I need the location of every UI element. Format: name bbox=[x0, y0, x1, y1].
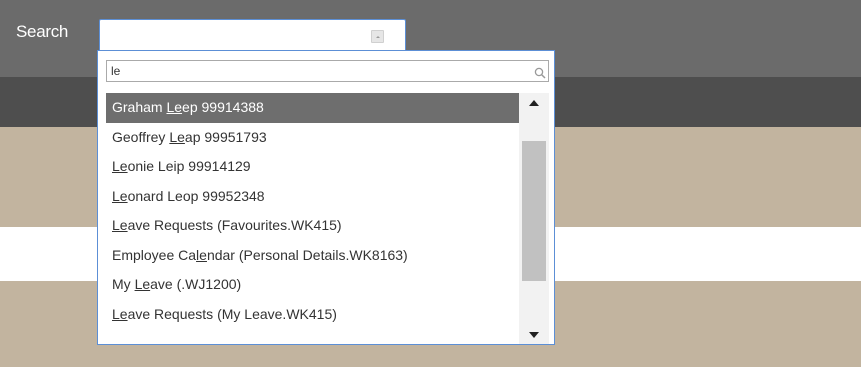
result-text: ndar (Personal Details.WK8163) bbox=[206, 246, 408, 263]
search-dropdown: Graham Leep 99914388Geoffrey Leap 999517… bbox=[97, 50, 555, 345]
match-highlight: Le bbox=[112, 158, 128, 174]
result-text: ave Requests (My Leave.WK415) bbox=[127, 305, 337, 322]
scroll-thumb[interactable] bbox=[522, 141, 546, 281]
search-input[interactable] bbox=[106, 60, 549, 82]
result-text: My bbox=[112, 276, 135, 292]
match-highlight: Le bbox=[112, 187, 128, 204]
caret-down-icon[interactable] bbox=[519, 326, 549, 344]
match-highlight: Le bbox=[112, 217, 128, 233]
result-text: onard Leop 99952348 bbox=[127, 187, 265, 204]
result-text: onie Leip 99914129 bbox=[127, 158, 251, 174]
results-scrollbar[interactable] bbox=[519, 93, 549, 344]
search-select[interactable] bbox=[99, 19, 406, 50]
result-item[interactable]: Geoffrey Leap 99951793 bbox=[106, 123, 519, 153]
match-highlight: Le bbox=[169, 128, 185, 145]
caret-up-icon[interactable] bbox=[519, 93, 549, 111]
result-item[interactable]: Leonie Leip 99914129 bbox=[106, 152, 519, 182]
match-highlight: Le bbox=[134, 276, 151, 292]
result-text: Employee Ca bbox=[112, 246, 197, 263]
result-text: ave (.WJ1200) bbox=[150, 276, 242, 292]
match-highlight: Le bbox=[166, 99, 183, 115]
search-label: Search bbox=[16, 22, 69, 41]
result-item[interactable]: Leave Requests (My Leave.WK415) bbox=[106, 300, 519, 330]
match-highlight: le bbox=[196, 246, 207, 263]
match-highlight: Le bbox=[112, 305, 128, 322]
result-text: ap 99951793 bbox=[184, 128, 267, 145]
result-item[interactable]: Employee Calendar (Personal Details.WK81… bbox=[106, 241, 519, 271]
result-text: ep 99914388 bbox=[182, 99, 264, 115]
result-text: Graham bbox=[112, 99, 167, 115]
caret-up-small-icon[interactable] bbox=[371, 30, 384, 43]
result-text: Geoffrey bbox=[112, 128, 170, 145]
result-item[interactable]: Leonard Leop 99952348 bbox=[106, 182, 519, 212]
search-icon bbox=[534, 67, 546, 79]
result-item[interactable]: Leave Requests (Favourites.WK415) bbox=[106, 211, 519, 241]
result-item[interactable]: My Leave (.WJ1200) bbox=[106, 270, 519, 300]
results-list: Graham Leep 99914388 Geoffrey Leap 999517… bbox=[106, 93, 519, 344]
result-item[interactable]: Graham Leep 99914388 bbox=[106, 93, 519, 123]
result-text: ave Requests (Favourites.WK415) bbox=[127, 217, 342, 233]
